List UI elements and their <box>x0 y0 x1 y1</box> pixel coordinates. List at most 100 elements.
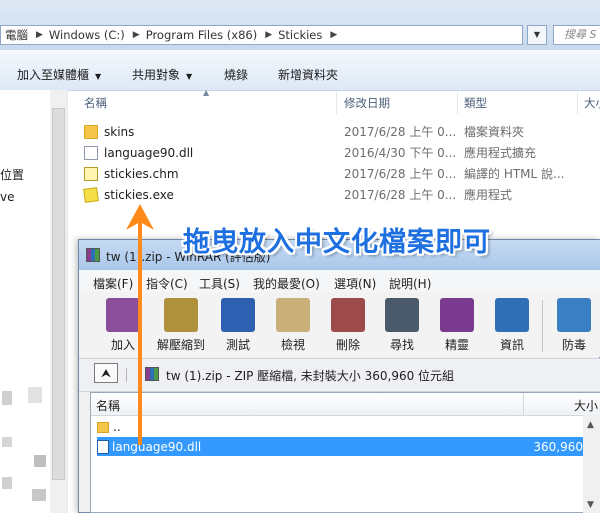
new-folder-button[interactable]: 新增資料夾 <box>278 66 338 83</box>
button-label: 測試 <box>225 338 250 352</box>
extract-to-button[interactable]: 解壓縮到 <box>155 298 207 354</box>
nav-item[interactable]: 位置 <box>0 166 24 183</box>
view-button[interactable]: 檢視 <box>267 298 319 354</box>
burn-button[interactable]: 燒錄 <box>224 66 248 83</box>
list-header-name[interactable]: 名稱 <box>96 397 120 414</box>
delete-icon <box>331 298 365 332</box>
find-icon <box>385 298 419 332</box>
breadcrumb-program-files[interactable]: Program Files (x86) ▶ <box>146 28 278 42</box>
nav-scrollbar-thumb[interactable] <box>52 108 65 480</box>
info-button[interactable]: 資訊 <box>486 298 538 354</box>
button-label: 解壓縮到 <box>156 338 205 352</box>
breadcrumb-label: 電腦 <box>5 28 28 42</box>
column-divider[interactable] <box>523 393 524 415</box>
blurred-icon <box>32 489 46 501</box>
column-divider[interactable] <box>577 92 578 114</box>
exe-file-icon <box>83 186 99 203</box>
breadcrumb-stickies[interactable]: Stickies ▶ <box>278 28 343 42</box>
nav-pane-blurred-items <box>0 385 50 513</box>
file-type: 編譯的 HTML 說... <box>464 167 565 181</box>
button-label: 檢視 <box>280 338 305 352</box>
menu-tools[interactable]: 工具(S) <box>199 275 240 292</box>
blurred-icon <box>2 391 12 405</box>
antivirus-icon <box>557 298 591 332</box>
scroll-up-arrow-icon[interactable]: ▲ <box>587 420 594 430</box>
antivirus-button[interactable]: 防毒 <box>548 298 600 354</box>
chevron-down-icon: ▼ <box>186 72 193 81</box>
blurred-icon <box>2 437 12 447</box>
nav-item[interactable]: ve <box>0 190 14 204</box>
share-with-button[interactable]: 共用對象 ▼ <box>132 66 192 83</box>
column-divider[interactable] <box>457 92 458 114</box>
test-button[interactable]: 測試 <box>212 298 264 354</box>
blurred-icon <box>34 455 46 467</box>
file-type: 檔案資料夾 <box>464 125 525 139</box>
file-row[interactable]: stickies.chm 2017/6/28 上午 0... 編譯的 HTML … <box>84 163 600 184</box>
menu-help[interactable]: 說明(H) <box>389 275 431 292</box>
instruction-callout: 拖曳放入中文化檔案即可 <box>183 227 491 258</box>
breadcrumb-drive[interactable]: Windows (C:) ▶ <box>49 28 146 42</box>
list-header-size[interactable]: 大小 <box>574 397 598 414</box>
item-size: 360,960 <box>533 439 583 454</box>
button-label: 資訊 <box>499 338 524 352</box>
file-row[interactable]: skins 2017/6/28 上午 0... 檔案資料夾 <box>84 121 600 142</box>
chm-file-icon <box>84 166 98 181</box>
scroll-down-arrow-icon[interactable]: ▼ <box>587 500 594 510</box>
blurred-icon <box>2 477 12 489</box>
breadcrumb-label: Windows (C:) <box>48 28 125 42</box>
archive-path-text: tw (1).zip - ZIP 壓縮檔, 未封裝大小 360,960 位元組 <box>166 369 455 383</box>
search-input[interactable]: 搜尋 S <box>553 25 600 45</box>
file-name: skins <box>104 124 135 139</box>
folder-icon <box>84 124 98 139</box>
menu-options[interactable]: 選項(N) <box>334 275 376 292</box>
info-icon <box>495 298 529 332</box>
wizard-button[interactable]: 精靈 <box>431 298 483 354</box>
add-to-library-button[interactable]: 加入至媒體櫃 ▼ <box>17 66 101 83</box>
button-label: 精靈 <box>444 338 469 352</box>
dll-file-icon <box>97 439 109 454</box>
breadcrumb-computer[interactable]: 電腦 ▶ <box>5 27 49 43</box>
address-history-button[interactable]: ▼ <box>527 25 547 45</box>
column-header-type[interactable]: 類型 <box>464 95 487 111</box>
list-item[interactable]: language90.dll 360,960 <box>97 437 583 456</box>
file-date: 2017/6/28 上午 0... <box>344 125 457 139</box>
button-label: 共用對象 <box>132 68 181 82</box>
chevron-right-icon: ▶ <box>36 30 43 40</box>
drag-arrow-icon <box>126 204 154 445</box>
up-folder-button[interactable]: ⮝ <box>94 363 118 383</box>
chevron-down-icon: ▼ <box>95 72 102 81</box>
folder-icon <box>97 421 109 433</box>
dll-file-icon <box>84 145 98 160</box>
sort-ascending-icon: ▲ <box>203 88 210 97</box>
toolbar-separator <box>542 300 543 352</box>
column-header-name[interactable]: 名稱 <box>84 95 107 111</box>
column-header-date[interactable]: 修改日期 <box>344 95 390 111</box>
chevron-right-icon: ▶ <box>265 30 273 40</box>
chevron-down-icon: ▼ <box>533 30 541 39</box>
file-row[interactable]: stickies.exe 2017/6/28 上午 0... 應用程式 <box>83 184 600 205</box>
delete-button[interactable]: 刪除 <box>322 298 374 354</box>
list-item-parent[interactable]: .. <box>97 418 577 436</box>
chevron-right-icon: ▶ <box>330 30 338 40</box>
chevron-right-icon: ▶ <box>132 30 140 40</box>
column-divider[interactable] <box>336 92 337 114</box>
button-label: 尋找 <box>389 338 414 352</box>
file-row[interactable]: language90.dll 2016/4/30 下午 0... 應用程式擴充 <box>84 142 600 163</box>
file-date: 2017/6/28 上午 0... <box>344 188 457 202</box>
button-label: 防毒 <box>561 338 586 352</box>
file-name: stickies.chm <box>104 166 179 181</box>
extract-to-icon <box>164 298 198 332</box>
menu-favorites[interactable]: 我的最愛(O) <box>253 275 320 292</box>
view-icon <box>276 298 310 332</box>
file-date: 2017/6/28 上午 0... <box>344 167 457 181</box>
breadcrumb-label: Stickies <box>278 28 323 42</box>
find-button[interactable]: 尋找 <box>376 298 428 354</box>
blurred-icon <box>28 387 42 403</box>
file-name: language90.dll <box>104 145 194 160</box>
breadcrumb-label: Program Files (x86) <box>145 28 258 42</box>
button-label: 刪除 <box>335 338 360 352</box>
arrow-up-icon: ⮝ <box>100 366 112 380</box>
column-header-size[interactable]: 大小 <box>584 95 600 111</box>
winrar-app-icon <box>86 248 100 262</box>
address-bar[interactable]: 電腦 ▶ Windows (C:) ▶ Program Files (x86) ▶ S… <box>0 25 523 45</box>
